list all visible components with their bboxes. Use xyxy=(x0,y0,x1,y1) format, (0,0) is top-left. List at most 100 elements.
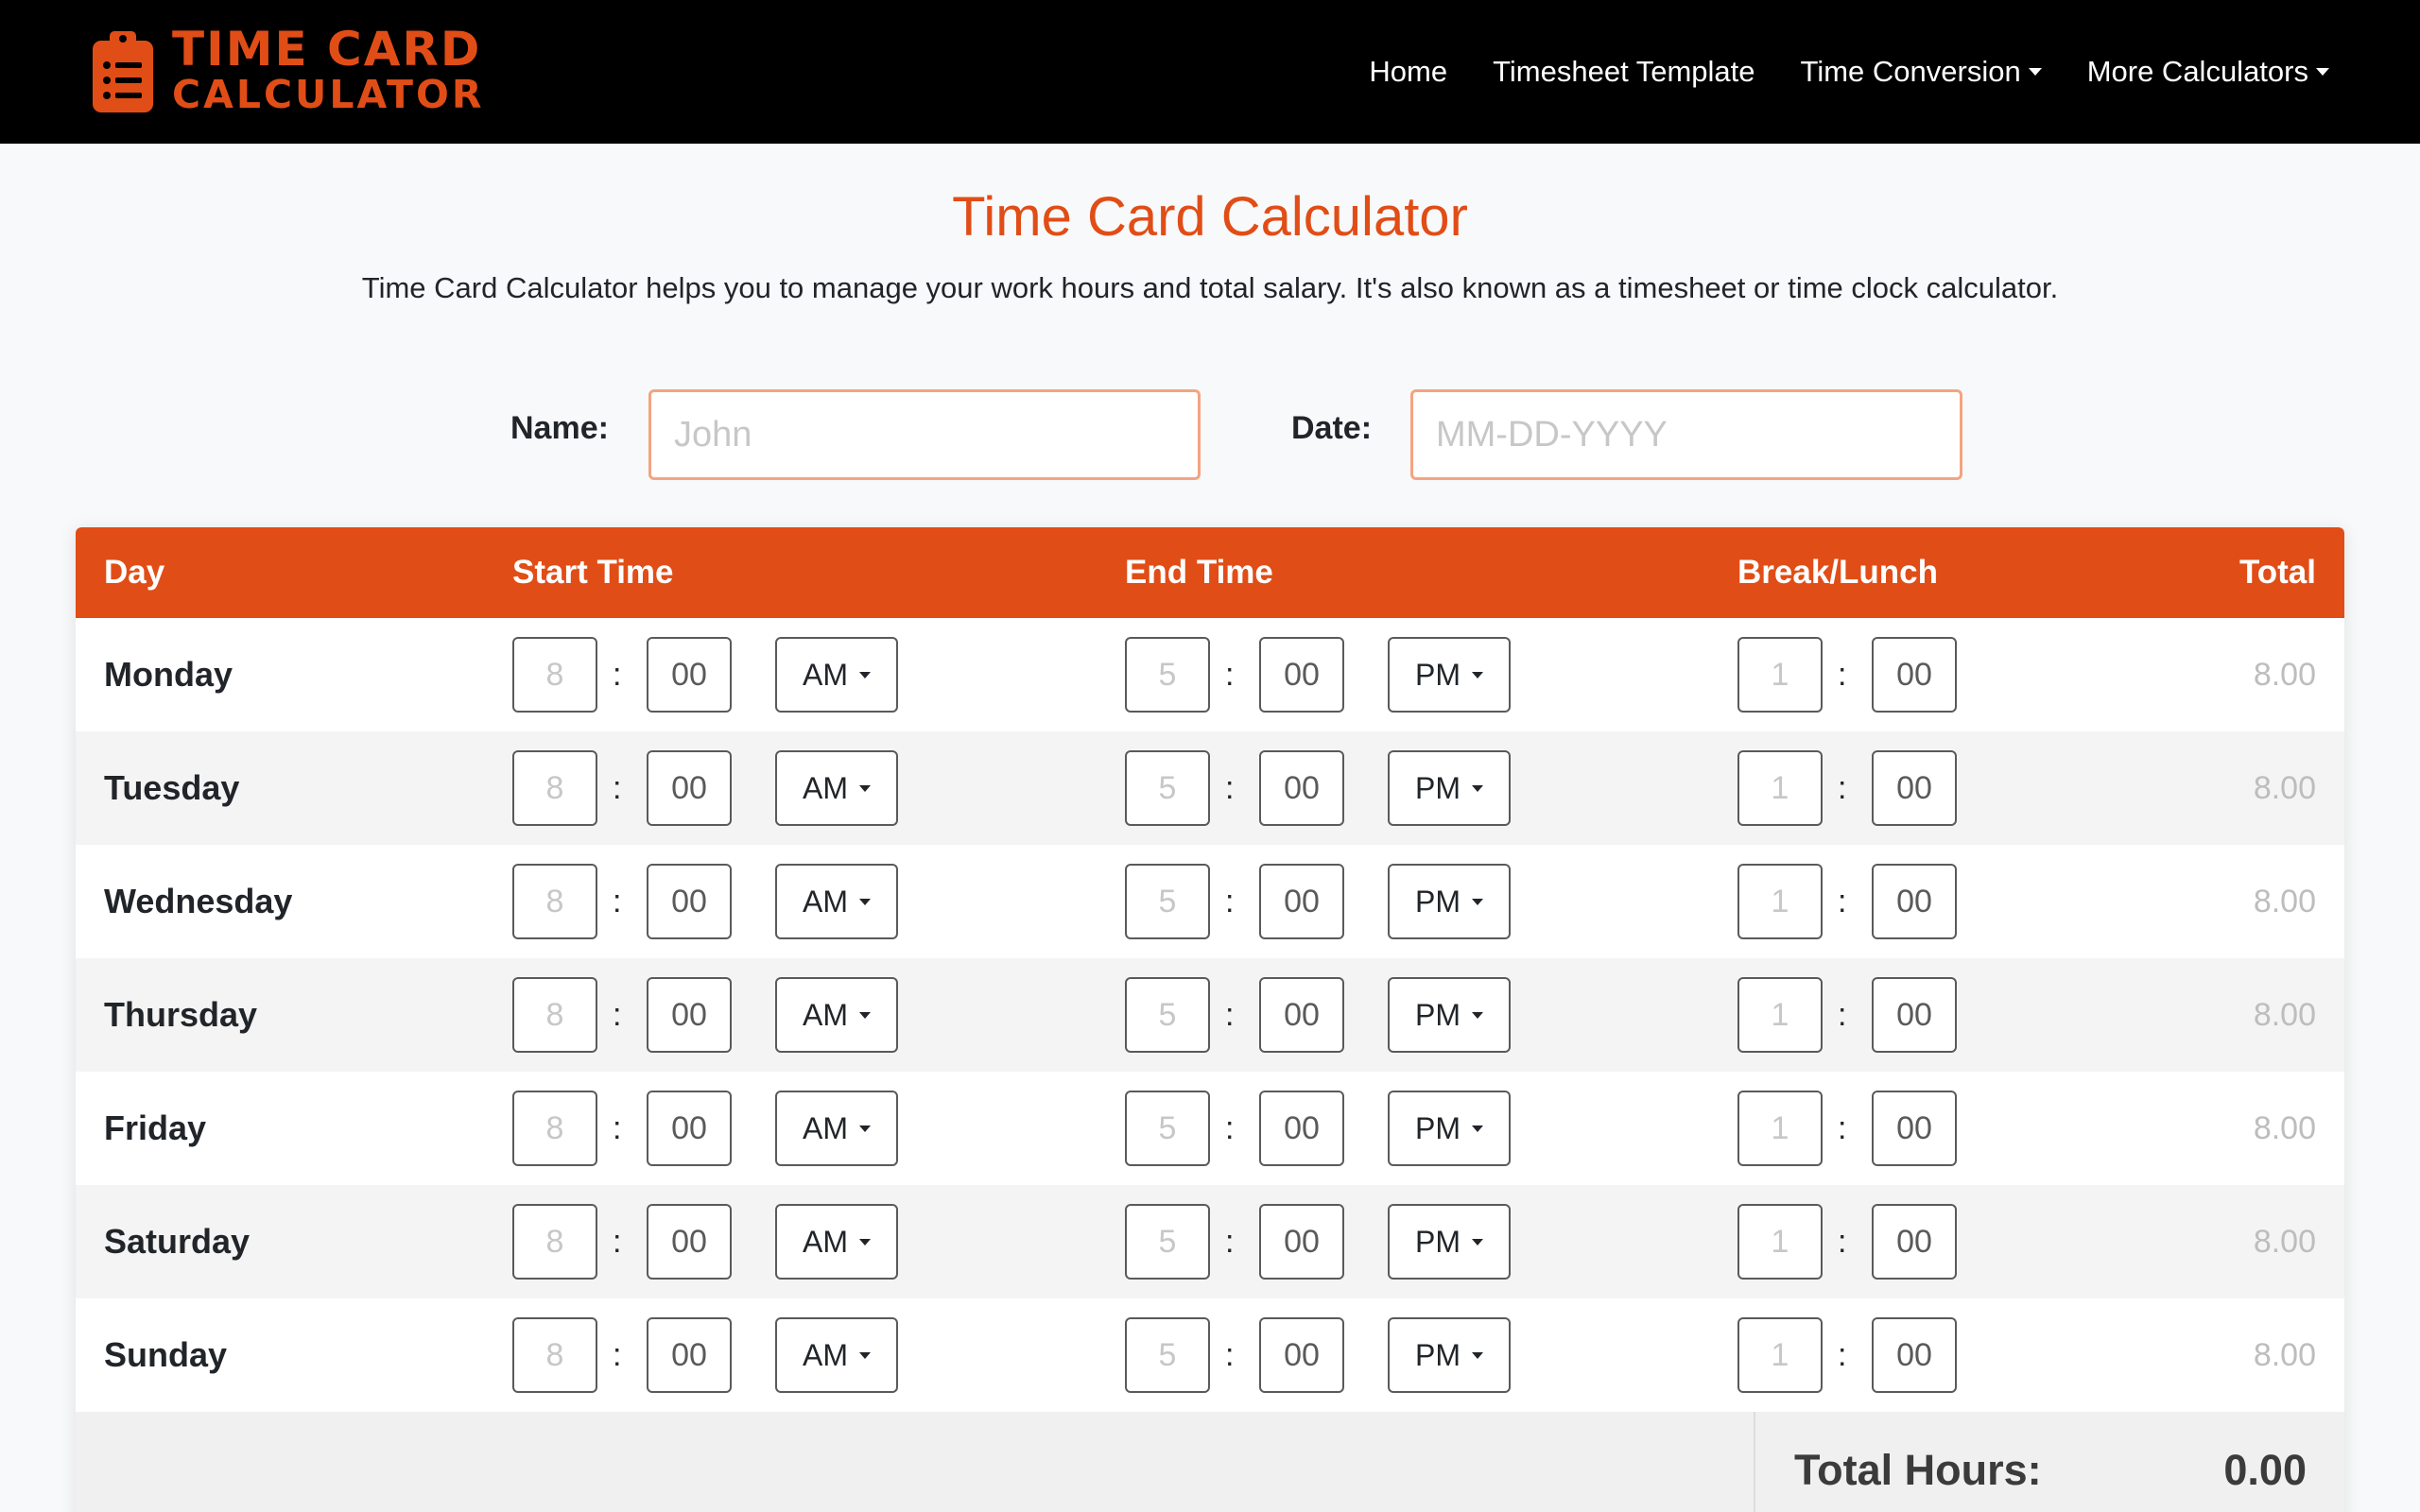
start-hour-input[interactable]: 8 xyxy=(512,864,597,939)
break-hour-input[interactable]: 1 xyxy=(1737,1091,1823,1166)
end-ampm-select[interactable]: PM xyxy=(1388,1091,1511,1166)
start-ampm-select[interactable]: AM xyxy=(775,1317,898,1393)
day-label: Tuesday xyxy=(104,768,240,807)
time-separator: : xyxy=(1838,1337,1847,1373)
start-minute-input[interactable]: 00 xyxy=(647,1204,732,1280)
time-separator: : xyxy=(613,1224,622,1260)
break-minute-input[interactable]: 00 xyxy=(1872,1204,1957,1280)
break-hour-input[interactable]: 1 xyxy=(1737,750,1823,826)
break-hour-input[interactable]: 1 xyxy=(1737,977,1823,1053)
day-label: Monday xyxy=(104,655,233,694)
start-ampm-value: AM xyxy=(803,770,848,805)
end-ampm-value: PM xyxy=(1415,1337,1461,1372)
end-minute-input[interactable]: 00 xyxy=(1259,1204,1344,1280)
start-ampm-select[interactable]: AM xyxy=(775,637,898,713)
time-separator: : xyxy=(613,997,622,1033)
start-minute-input[interactable]: 00 xyxy=(647,1317,732,1393)
start-minute-input[interactable]: 00 xyxy=(647,750,732,826)
end-minute-input[interactable]: 00 xyxy=(1259,637,1344,713)
start-ampm-select[interactable]: AM xyxy=(775,864,898,939)
time-separator: : xyxy=(1225,1110,1235,1146)
row-total: 8.00 xyxy=(2253,884,2316,919)
row-total: 8.00 xyxy=(2253,770,2316,806)
start-hour-input[interactable]: 8 xyxy=(512,637,597,713)
end-hour-input[interactable]: 5 xyxy=(1125,977,1210,1053)
break-minute-input[interactable]: 00 xyxy=(1872,977,1957,1053)
start-hour-input[interactable]: 8 xyxy=(512,1091,597,1166)
start-ampm-select[interactable]: AM xyxy=(775,1204,898,1280)
end-minute-input[interactable]: 00 xyxy=(1259,1091,1344,1166)
end-hour-input[interactable]: 5 xyxy=(1125,637,1210,713)
caret-down-icon xyxy=(859,1351,871,1359)
end-ampm-select[interactable]: PM xyxy=(1388,1317,1511,1393)
end-minute-input[interactable]: 00 xyxy=(1259,864,1344,939)
caret-down-icon xyxy=(859,671,871,679)
end-minute-input[interactable]: 00 xyxy=(1259,750,1344,826)
end-ampm-select[interactable]: PM xyxy=(1388,977,1511,1053)
table-header: Day Start Time End Time Break/Lunch Tota… xyxy=(76,527,2344,618)
end-ampm-value: PM xyxy=(1415,770,1461,805)
end-ampm-value: PM xyxy=(1415,884,1461,919)
name-input[interactable] xyxy=(648,389,1201,480)
start-minute-input[interactable]: 00 xyxy=(647,977,732,1053)
date-input[interactable] xyxy=(1410,389,1962,480)
break-minute-input[interactable]: 00 xyxy=(1872,864,1957,939)
nav-time-conversion-dropdown[interactable]: Time Conversion xyxy=(1801,55,2042,89)
start-hour-input[interactable]: 8 xyxy=(512,1317,597,1393)
start-ampm-value: AM xyxy=(803,1110,848,1145)
caret-down-icon xyxy=(1472,1011,1483,1019)
caret-down-icon xyxy=(859,1125,871,1132)
end-hour-input[interactable]: 5 xyxy=(1125,750,1210,826)
footer-divider xyxy=(1754,1412,1755,1512)
time-separator: : xyxy=(1838,657,1847,693)
caret-down-icon xyxy=(1472,1125,1483,1132)
start-hour-input[interactable]: 8 xyxy=(512,977,597,1053)
total-hours-value: 0.00 xyxy=(2223,1446,2307,1494)
nav-conversion-label: Time Conversion xyxy=(1800,55,2021,88)
end-hour-input[interactable]: 5 xyxy=(1125,1091,1210,1166)
break-minute-input[interactable]: 00 xyxy=(1872,1091,1957,1166)
end-ampm-value: PM xyxy=(1415,657,1461,692)
end-hour-input[interactable]: 5 xyxy=(1125,1204,1210,1280)
break-minute-input[interactable]: 00 xyxy=(1872,750,1957,826)
page-title: Time Card Calculator xyxy=(952,186,1468,248)
start-minute-input[interactable]: 00 xyxy=(647,1091,732,1166)
row-total: 8.00 xyxy=(2253,1110,2316,1146)
day-label: Saturday xyxy=(104,1222,251,1261)
nav-home[interactable]: Home xyxy=(1369,55,1447,89)
end-hour-input[interactable]: 5 xyxy=(1125,864,1210,939)
start-ampm-select[interactable]: AM xyxy=(775,977,898,1053)
start-hour-input[interactable]: 8 xyxy=(512,1204,597,1280)
break-hour-input[interactable]: 1 xyxy=(1737,1204,1823,1280)
break-hour-input[interactable]: 1 xyxy=(1737,1317,1823,1393)
brand-logo[interactable]: TIME CARD CALCULATOR xyxy=(91,26,484,117)
name-label: Name: xyxy=(510,410,609,446)
start-ampm-value: AM xyxy=(803,657,848,692)
end-hour-input[interactable]: 5 xyxy=(1125,1317,1210,1393)
start-ampm-select[interactable]: AM xyxy=(775,750,898,826)
day-label: Thursday xyxy=(104,995,258,1034)
caret-down-icon xyxy=(1472,898,1483,905)
end-ampm-select[interactable]: PM xyxy=(1388,1204,1511,1280)
caret-down-icon xyxy=(1472,1238,1483,1246)
caret-down-icon xyxy=(2316,68,2329,76)
break-minute-input[interactable]: 00 xyxy=(1872,1317,1957,1393)
brand-line-2: CALCULATOR xyxy=(172,72,485,117)
end-minute-input[interactable]: 00 xyxy=(1259,977,1344,1053)
nav-more-calculators-dropdown[interactable]: More Calculators xyxy=(2087,55,2329,89)
row-total: 8.00 xyxy=(2253,1337,2316,1373)
start-minute-input[interactable]: 00 xyxy=(647,637,732,713)
start-ampm-select[interactable]: AM xyxy=(775,1091,898,1166)
end-ampm-select[interactable]: PM xyxy=(1388,750,1511,826)
end-ampm-select[interactable]: PM xyxy=(1388,637,1511,713)
time-separator: : xyxy=(613,657,622,693)
total-hours-label: Total Hours: xyxy=(1794,1446,2042,1494)
end-minute-input[interactable]: 00 xyxy=(1259,1317,1344,1393)
break-hour-input[interactable]: 1 xyxy=(1737,864,1823,939)
start-minute-input[interactable]: 00 xyxy=(647,864,732,939)
break-hour-input[interactable]: 1 xyxy=(1737,637,1823,713)
break-minute-input[interactable]: 00 xyxy=(1872,637,1957,713)
start-hour-input[interactable]: 8 xyxy=(512,750,597,826)
nav-timesheet-template[interactable]: Timesheet Template xyxy=(1493,55,1754,89)
end-ampm-select[interactable]: PM xyxy=(1388,864,1511,939)
